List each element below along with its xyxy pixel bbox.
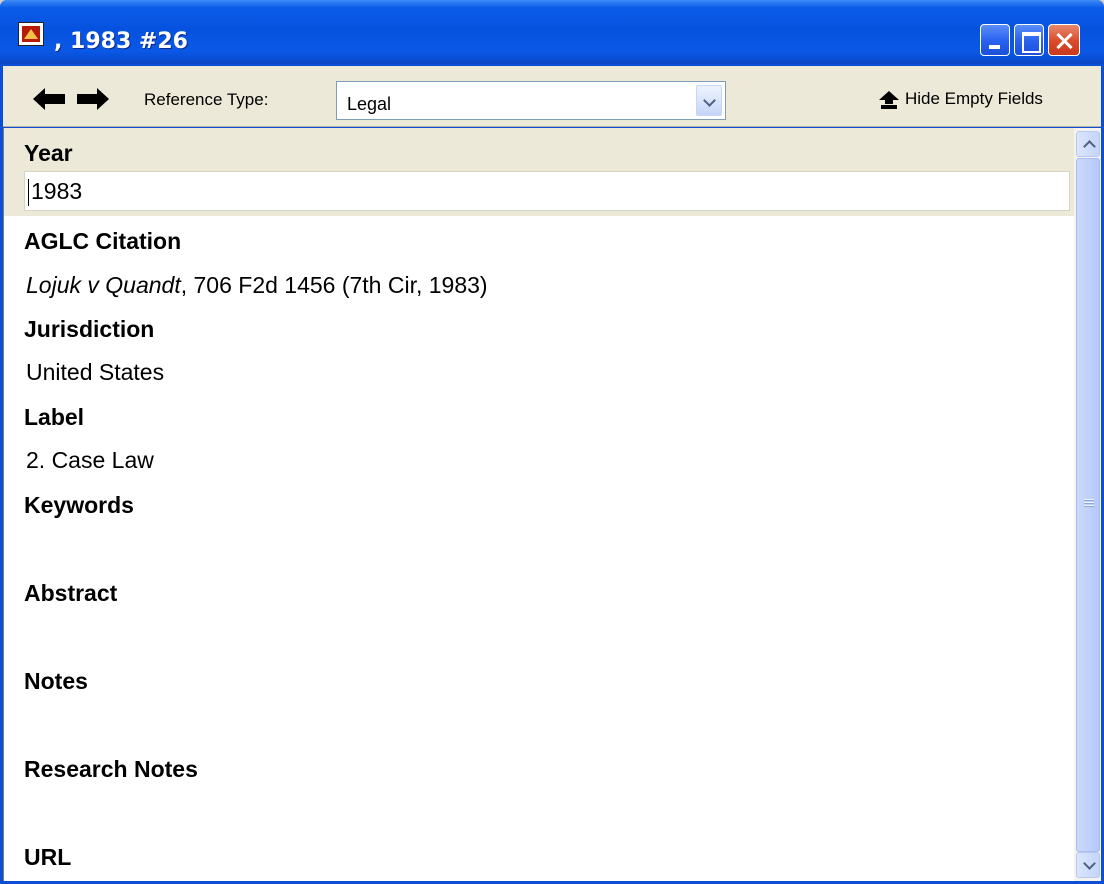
arrow-left-icon[interactable] [33,88,67,110]
field-label-label: Label [24,404,85,430]
field-label-abstract: Abstract [24,580,118,606]
fields-list: Year 1983 AGLC Citation Lojuk v Quandt, … [4,128,1074,881]
field-label-aglc-citation: AGLC Citation [24,228,182,254]
field-label-jurisdiction: Jurisdiction [24,316,155,342]
reference-type-value: Legal [347,94,392,114]
field-label-research-notes: Research Notes [24,756,198,782]
year-value: 1983 [31,178,83,204]
maximize-icon[interactable] [1014,24,1044,56]
jurisdiction-value[interactable]: United States [26,359,164,386]
case-name: Lojuk v Quandt [26,272,181,298]
reference-window: , 1983 #26 Reference Type: Legal Hide Em… [0,0,1104,884]
field-label[interactable]: Label 2. Case Law [4,394,1074,482]
field-aglc-citation[interactable]: AGLC Citation Lojuk v Quandt, 706 F2d 14… [4,216,1074,306]
field-label-keywords: Keywords [24,492,134,518]
hide-empty-fields-label: Hide Empty Fields [905,89,1043,108]
title-bar[interactable]: , 1983 #26 [0,0,1104,64]
year-input[interactable]: 1983 [24,171,1070,211]
minimize-icon[interactable] [980,24,1010,56]
field-abstract[interactable]: Abstract [4,570,1074,658]
scroll-down-icon[interactable] [1076,852,1100,878]
field-label-url: URL [24,844,72,870]
field-year: Year 1983 [4,128,1074,216]
field-keywords[interactable]: Keywords [4,482,1074,570]
reference-type-select[interactable]: Legal [336,81,726,120]
field-url[interactable]: URL [4,834,1074,881]
reference-type-label: Reference Type: [144,90,269,109]
label-value[interactable]: 2. Case Law [26,447,154,474]
field-label-notes: Notes [24,668,88,694]
aglc-citation-value[interactable]: Lojuk v Quandt, 706 F2d 1456 (7th Cir, 1… [26,272,488,299]
toolbar: Reference Type: Legal Hide Empty Fields [3,66,1101,127]
scrollbar-thumb[interactable] [1076,158,1100,852]
window-title: , 1983 #26 [54,29,188,54]
grip-icon [1084,499,1094,509]
field-jurisdiction[interactable]: Jurisdiction United States [4,306,1074,394]
vertical-scrollbar[interactable] [1074,128,1101,881]
field-research-notes[interactable]: Research Notes [4,746,1074,834]
field-label-year: Year [24,140,73,166]
arrow-right-icon[interactable] [75,88,109,110]
close-icon[interactable] [1048,24,1080,56]
chevron-down-icon[interactable] [696,85,722,116]
hide-fields-up-arrow-icon [879,91,899,109]
text-caret [28,179,29,206]
reference-fields-panel: Year 1983 AGLC Citation Lojuk v Quandt, … [3,128,1101,881]
endnote-app-icon[interactable] [18,22,44,46]
field-notes[interactable]: Notes [4,658,1074,746]
citation-details: , 706 F2d 1456 (7th Cir, 1983) [180,272,488,298]
scroll-up-icon[interactable] [1076,131,1100,157]
